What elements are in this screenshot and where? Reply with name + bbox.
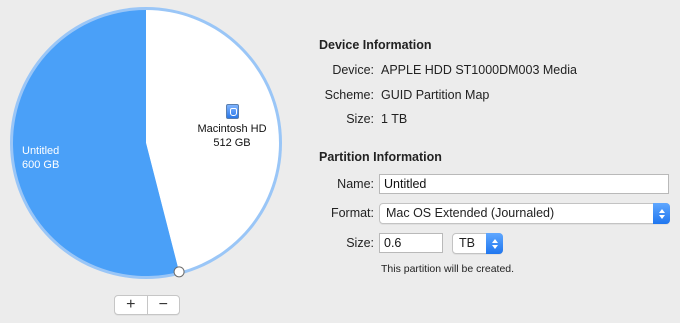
add-partition-button[interactable]: + [115, 296, 147, 314]
device-value: APPLE HDD ST1000DM003 Media [381, 63, 577, 77]
partition-size-field[interactable] [379, 233, 443, 253]
device-size-label: Size: [346, 112, 374, 126]
scheme-value: GUID Partition Map [381, 88, 490, 102]
format-popup-arrows-icon [653, 203, 670, 224]
format-popup-value: Mac OS Extended (Journaled) [386, 206, 555, 220]
size-unit-arrows-icon [486, 233, 503, 254]
partition-status-note: This partition will be created. [381, 263, 515, 275]
hard-drive-icon [226, 104, 239, 119]
partition-window: Untitled 600 GB Macintosh HD 512 GB + − … [0, 0, 680, 323]
pie-label-untitled: Untitled 600 GB [22, 144, 59, 172]
scheme-row: Scheme: GUID Partition Map [300, 88, 680, 104]
pie-label-untitled-size: 600 GB [22, 159, 60, 171]
size-unit-popup-button[interactable]: TB [452, 233, 503, 254]
partition-information-heading: Partition Information [319, 150, 442, 164]
add-remove-partition-control: + − [114, 295, 180, 315]
partition-name-label: Name: [337, 177, 374, 191]
pie-label-macintosh-hd-size: 512 GB [213, 137, 251, 149]
partition-resize-handle[interactable] [173, 266, 185, 278]
pie-label-macintosh-hd: Macintosh HD 512 GB [186, 122, 278, 150]
pie-label-untitled-name: Untitled [22, 145, 60, 157]
device-information-heading: Device Information [319, 38, 432, 52]
device-label: Device: [332, 63, 374, 77]
format-label: Format: [330, 206, 374, 220]
pie-label-macintosh-hd-name: Macintosh HD [197, 123, 267, 135]
scheme-label: Scheme: [324, 88, 374, 102]
device-size-value: 1 TB [381, 112, 408, 126]
format-popup-button[interactable]: Mac OS Extended (Journaled) [379, 203, 670, 224]
device-row: Device: APPLE HDD ST1000DM003 Media [300, 63, 680, 79]
partition-name-field[interactable] [379, 174, 669, 194]
size-unit-value: TB [459, 236, 475, 250]
device-size-row: Size: 1 TB [300, 112, 680, 128]
partition-size-label: Size: [346, 236, 374, 250]
remove-partition-button[interactable]: − [146, 296, 180, 314]
